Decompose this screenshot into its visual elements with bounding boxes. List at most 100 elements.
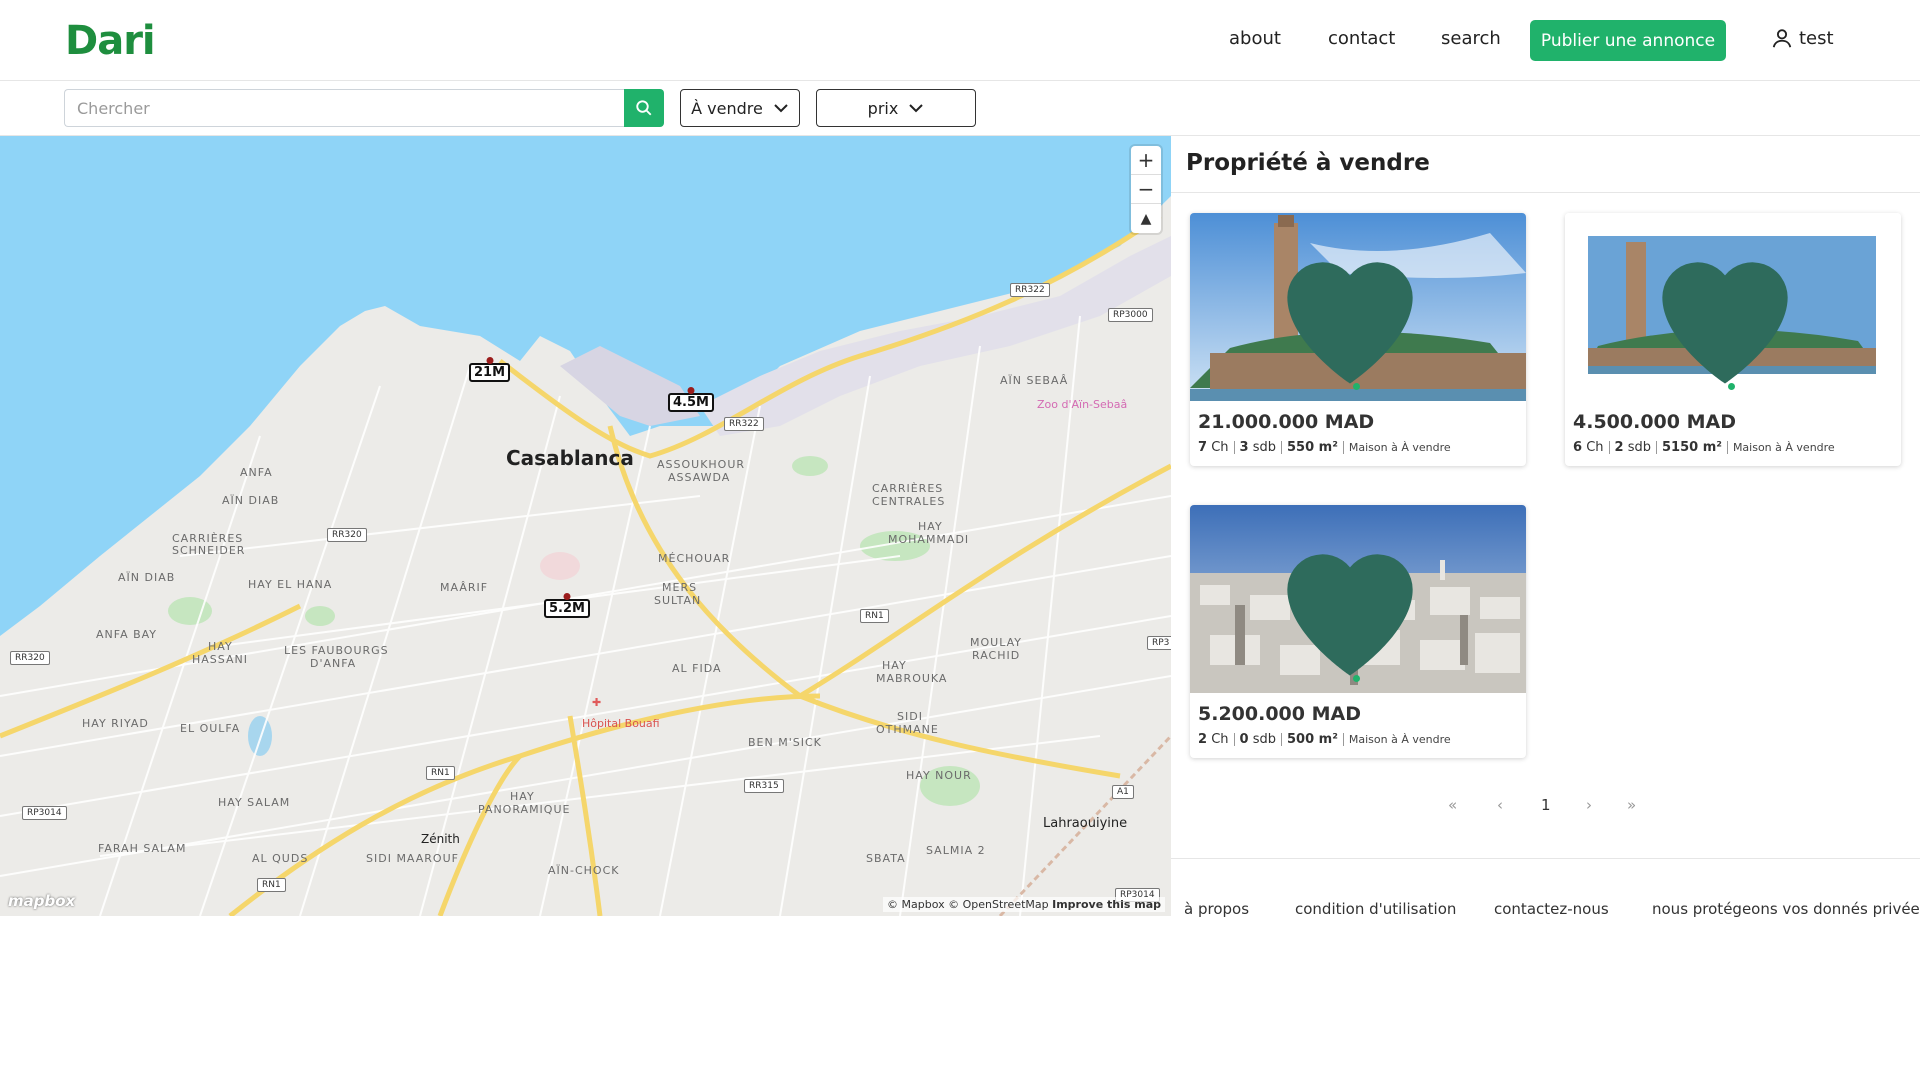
map-base-layer — [0, 136, 1171, 916]
attribution-text[interactable]: © Mapbox © OpenStreetMap — [887, 898, 1049, 911]
map-label: ANFA — [240, 466, 273, 479]
price-marker[interactable]: 5.2M — [544, 599, 590, 618]
bathrooms-count: 2 — [1614, 440, 1624, 455]
bedrooms-count: 7 — [1198, 440, 1208, 455]
pagination-prev[interactable]: ‹ — [1497, 796, 1503, 814]
map-label: LES FAUBOURGS — [284, 644, 389, 657]
map-label: EL OULFA — [180, 722, 241, 735]
divider — [1171, 858, 1920, 859]
carousel-indicator[interactable] — [1728, 383, 1735, 390]
map-label: CENTRALES — [872, 495, 946, 508]
type-filter-value: À vendre — [691, 98, 763, 118]
map-label: MÉCHOUAR — [658, 552, 731, 565]
road-shield: RN1 — [257, 878, 286, 892]
area: 500 m² — [1286, 732, 1338, 747]
top-navbar: Dari about contact search Publier une an… — [0, 0, 1920, 81]
listing-card[interactable]: 5.200.000 MAD 2 Ch 0 sdb 500 m² Maison à… — [1190, 505, 1526, 758]
price-filter-dropdown[interactable]: prix — [816, 89, 976, 127]
map-label: SIDI MAAROUF — [366, 852, 459, 865]
road-shield: A1 — [1112, 785, 1134, 799]
map-label: SIDI — [897, 710, 923, 723]
city-label: Casablanca — [506, 446, 634, 470]
pagination-page[interactable]: 1 — [1541, 796, 1551, 814]
map-label: ASSAWDA — [668, 471, 731, 484]
map-label: RACHID — [972, 649, 1021, 662]
mapbox-logo[interactable]: mapbox — [8, 892, 75, 910]
bathrooms-label: sdb — [1252, 440, 1276, 455]
listing-card[interactable]: 4.500.000 MAD 6 Ch 2 sdb 5150 m² Maison … — [1565, 213, 1901, 466]
user-menu[interactable]: test — [1771, 27, 1834, 49]
map-label: Zoo d'Aïn-Sebaâ — [1037, 398, 1128, 411]
listing-photo[interactable] — [1190, 213, 1526, 401]
publish-listing-button[interactable]: Publier une annonce — [1530, 20, 1726, 61]
heart-icon[interactable] — [1190, 219, 1518, 401]
map-label: HAY — [510, 790, 535, 803]
property-type: Maison à À vendre — [1348, 733, 1451, 746]
map-label: FARAH SALAM — [98, 842, 187, 855]
map-label: Hôpital Bouafi — [582, 717, 660, 730]
map-label: PANORAMIQUE — [478, 803, 571, 816]
map-label: D'ANFA — [310, 657, 357, 670]
heart-icon[interactable] — [1565, 219, 1893, 401]
pagination-first[interactable]: « — [1448, 796, 1457, 814]
map-label: HAY NOUR — [906, 769, 972, 782]
footer-about-link[interactable]: à propos — [1184, 900, 1249, 918]
map-label: HAY — [208, 640, 233, 653]
road-shield: RN1 — [426, 766, 455, 780]
listing-price: 4.500.000 MAD — [1573, 411, 1736, 433]
carousel-indicator[interactable] — [1353, 383, 1360, 390]
divider — [1171, 192, 1920, 193]
pagination-last[interactable]: » — [1627, 796, 1636, 814]
listing-card[interactable]: 21.000.000 MAD 7 Ch 3 sdb 550 m² Maison … — [1190, 213, 1526, 466]
map-label: SCHNEIDER — [172, 544, 246, 557]
bedrooms-label: Ch — [1211, 440, 1229, 455]
nav-search-link[interactable]: search — [1441, 28, 1501, 49]
carousel-indicator[interactable] — [1353, 675, 1360, 682]
footer-terms-link[interactable]: condition d'utilisation — [1295, 900, 1456, 918]
map-label: AÏN-CHOCK — [548, 864, 620, 877]
type-filter-dropdown[interactable]: À vendre — [680, 89, 800, 127]
search-button[interactable] — [624, 89, 664, 127]
logo[interactable]: Dari — [65, 18, 156, 64]
area: 550 m² — [1286, 440, 1338, 455]
compass-reset-button[interactable]: ▲ — [1131, 204, 1161, 233]
nav-about-link[interactable]: about — [1229, 28, 1281, 49]
search-icon — [636, 100, 652, 116]
map-label: AÏN DIAB — [222, 494, 280, 507]
map-label: AÏN SEBAÂ — [1000, 374, 1069, 387]
map-label: BEN M'SICK — [748, 736, 822, 749]
map-label: AL QUDS — [252, 852, 309, 865]
zoom-out-button[interactable]: − — [1131, 175, 1161, 204]
zoom-in-button[interactable]: + — [1131, 146, 1161, 175]
map-label: HAY RIYAD — [82, 717, 149, 730]
road-shield: RP3 — [1147, 636, 1171, 650]
price-marker[interactable]: 21M — [469, 363, 511, 382]
listing-photo[interactable] — [1190, 505, 1526, 693]
map-attribution: © Mapbox © OpenStreetMap Improve this ma… — [883, 897, 1165, 912]
nav-contact-link[interactable]: contact — [1328, 28, 1395, 49]
price-marker[interactable]: 4.5M — [668, 393, 714, 412]
footer-privacy-link[interactable]: nous protégeons vos donnés privées — [1652, 900, 1920, 918]
map-label: HAY SALAM — [218, 796, 291, 809]
road-shield: RR320 — [327, 528, 367, 542]
heart-icon[interactable] — [1190, 511, 1518, 693]
map-label: HAY EL HANA — [248, 578, 333, 591]
bedrooms-count: 6 — [1573, 440, 1583, 455]
improve-map-link[interactable]: Improve this map — [1052, 898, 1161, 911]
road-shield: RR322 — [1010, 283, 1050, 297]
price-filter-value: prix — [867, 98, 899, 118]
listing-photo[interactable] — [1565, 213, 1901, 401]
listing-meta: 2 Ch 0 sdb 500 m² Maison à À vendre — [1198, 732, 1451, 747]
chevron-down-icon — [909, 104, 924, 113]
listing-meta: 6 Ch 2 sdb 5150 m² Maison à À vendre — [1573, 440, 1835, 455]
pagination-next[interactable]: › — [1586, 796, 1592, 814]
map-label: SULTAN — [654, 594, 702, 607]
listings-title: Propriété à vendre — [1186, 150, 1430, 176]
footer-contact-link[interactable]: contactez-nous — [1494, 900, 1609, 918]
map-label: CARRIÈRES — [872, 482, 944, 495]
map[interactable]: Casablanca ANFA AÏN DIAB CARRIÈRES SCHNE… — [0, 136, 1171, 916]
search-bar: À vendre prix — [0, 81, 1920, 136]
property-type: Maison à À vendre — [1732, 441, 1835, 454]
map-label: ASSOUKHOUR — [657, 458, 746, 471]
search-input[interactable] — [64, 89, 625, 127]
